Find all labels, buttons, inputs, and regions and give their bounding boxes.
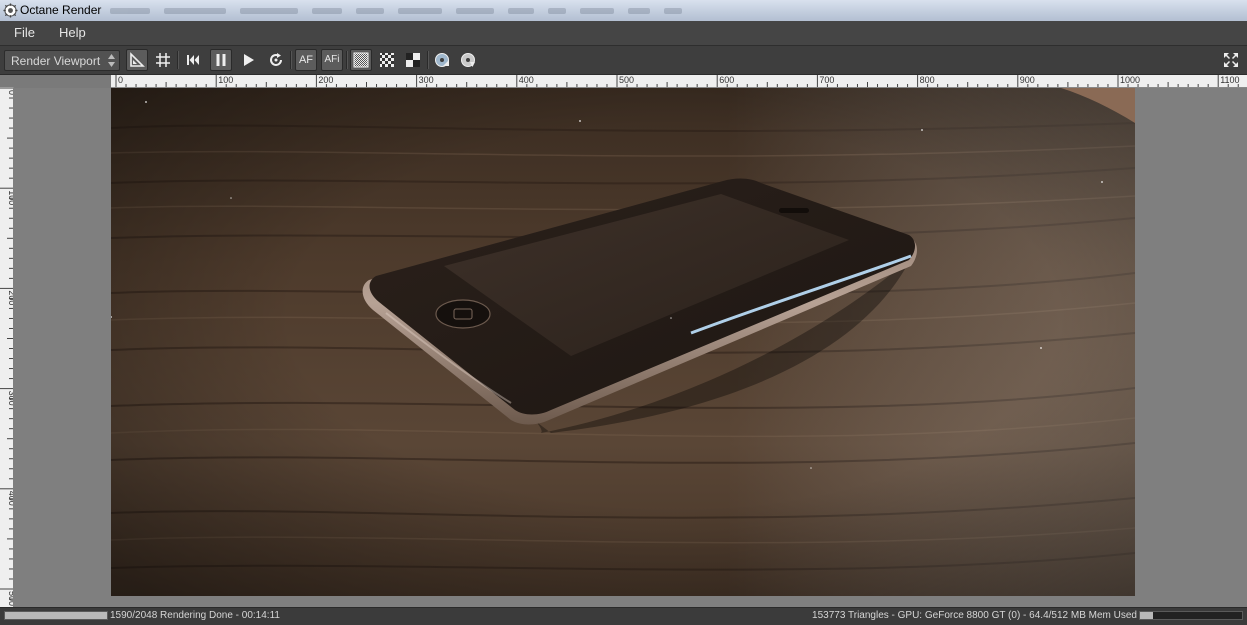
ruler-toggle-button[interactable] bbox=[126, 49, 148, 71]
ruler-label: 400 bbox=[519, 75, 534, 85]
spinner-arrows-icon bbox=[108, 54, 115, 67]
viewport-select[interactable]: Render Viewport bbox=[4, 50, 120, 71]
alpha-checker-button[interactable] bbox=[376, 49, 398, 71]
ruler-label: 0 bbox=[118, 75, 123, 85]
ruler-label: 300 bbox=[419, 75, 434, 85]
vertical-ruler-ticks: 0100200300400500 bbox=[0, 87, 13, 606]
pause-render-button[interactable] bbox=[210, 49, 232, 71]
checker-large-button[interactable] bbox=[402, 49, 424, 71]
window-title: Octane Render bbox=[20, 3, 102, 17]
render-progress-bar bbox=[4, 611, 108, 620]
horizontal-ruler-ticks: 0 100 200 300 400 500 600 700 800 900 1000 1100 bbox=[115, 75, 1240, 87]
checker-large-icon bbox=[406, 53, 420, 67]
title-bar: Octane Render bbox=[0, 0, 1247, 21]
ruler-label: 100 bbox=[218, 75, 233, 85]
grid-toggle-button[interactable] bbox=[152, 49, 174, 71]
ruler-corner bbox=[0, 75, 111, 87]
refresh-button[interactable] bbox=[265, 49, 287, 71]
status-bar: 1590/2048 Rendering Done - 00:14:11 1537… bbox=[0, 607, 1247, 625]
preview-mode-button[interactable] bbox=[350, 49, 372, 71]
render-status-text: 1590/2048 Rendering Done - 00:14:11 bbox=[110, 610, 280, 621]
menu-help[interactable]: Help bbox=[59, 21, 86, 45]
disc-icon bbox=[435, 53, 449, 67]
checker-icon bbox=[380, 53, 394, 67]
autofocus-icon: AF bbox=[298, 54, 314, 66]
fullscreen-button[interactable] bbox=[1220, 49, 1242, 71]
autofocus-button[interactable]: AF bbox=[295, 49, 317, 71]
menu-bar: File Help bbox=[0, 21, 1247, 46]
ruler-label: 900 bbox=[1020, 75, 1035, 85]
skip-back-icon bbox=[187, 55, 199, 65]
ruler-label: 1100 bbox=[1220, 75, 1239, 85]
set-square-icon bbox=[130, 52, 145, 67]
octane-logo-icon bbox=[3, 3, 18, 18]
ruler-label: 200 bbox=[318, 75, 333, 85]
rendered-iphone-image bbox=[111, 88, 1135, 596]
gpu-status-text: 153773 Triangles - GPU: GeForce 8800 GT … bbox=[812, 610, 1137, 621]
horizontal-ruler: 0 100 200 300 400 500 600 700 800 900 1000 1100 bbox=[111, 75, 1247, 88]
load-image-button[interactable] bbox=[431, 49, 453, 71]
disc-save-icon bbox=[461, 53, 475, 67]
viewport-select-value: Render Viewport bbox=[11, 54, 101, 68]
ruler-label: 700 bbox=[819, 75, 834, 85]
memory-usage-bar bbox=[1139, 611, 1243, 620]
ruler-label: 1000 bbox=[1120, 75, 1140, 85]
pause-icon bbox=[216, 54, 226, 66]
save-image-button[interactable] bbox=[457, 49, 479, 71]
toolbar: Render Viewport AF AFi bbox=[0, 46, 1247, 75]
autofocus-picker-icon: AFi bbox=[324, 54, 340, 65]
fullscreen-icon bbox=[1224, 53, 1238, 67]
menu-file[interactable]: File bbox=[14, 21, 35, 45]
checker-fine-icon bbox=[353, 52, 369, 68]
autofocus-picker-button[interactable]: AFi bbox=[321, 49, 343, 71]
render-progress-fill bbox=[5, 612, 107, 619]
grid-icon bbox=[156, 53, 170, 67]
ruler-label: 600 bbox=[719, 75, 734, 85]
background-window-blur bbox=[110, 6, 682, 16]
render-viewport[interactable] bbox=[13, 88, 1247, 607]
memory-usage-fill bbox=[1140, 612, 1153, 619]
start-render-button[interactable] bbox=[237, 49, 259, 71]
restart-render-button[interactable] bbox=[182, 49, 204, 71]
vertical-ruler: 0100200300400500 bbox=[0, 87, 14, 607]
play-icon bbox=[244, 54, 254, 66]
refresh-icon bbox=[270, 53, 282, 66]
ruler-label: 500 bbox=[619, 75, 634, 85]
ruler-label: 800 bbox=[920, 75, 935, 85]
